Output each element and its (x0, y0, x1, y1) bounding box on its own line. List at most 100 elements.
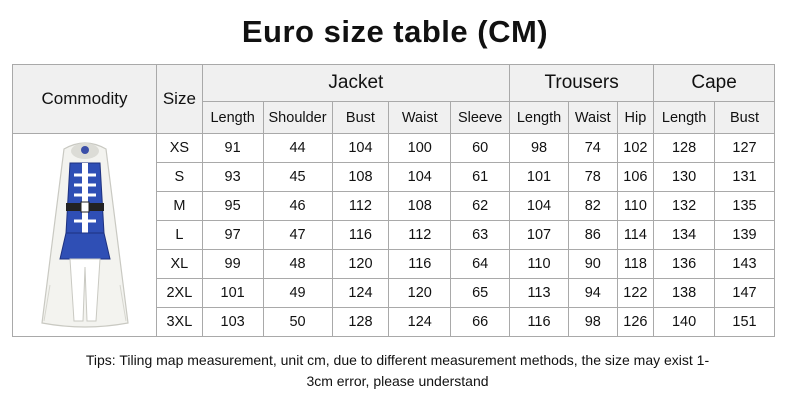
size-header: Size (156, 64, 203, 134)
jacket-value-cell: 47 (262, 220, 333, 250)
jacket-col-header: Length (201, 101, 264, 134)
trousers-value-cell: 110 (509, 249, 569, 279)
trousers-col-header: Hip (616, 101, 655, 134)
jacket-value-cell: 108 (388, 191, 452, 221)
jacket-value-cell: 104 (388, 162, 452, 192)
cape-group-header: Cape (653, 64, 775, 102)
cape-value-cell: 127 (714, 133, 775, 163)
trousers-value-cell: 126 (616, 307, 655, 337)
jacket-value-cell: 116 (388, 249, 452, 279)
jacket-value-cell: 45 (262, 162, 333, 192)
trousers-value-cell: 86 (567, 220, 618, 250)
cape-value-cell: 151 (714, 307, 775, 337)
trousers-value-cell: 113 (509, 278, 569, 308)
page-title: Euro size table (CM) (241, 14, 549, 49)
trousers-value-cell: 114 (616, 220, 655, 250)
cape-value-cell: 134 (653, 220, 716, 250)
cape-col-header: Bust (714, 101, 775, 134)
jacket-value-cell: 64 (450, 249, 511, 279)
size-cell: XS (156, 133, 203, 163)
size-table: Commodity Size Jacket Trousers Cape Leng… (11, 64, 775, 337)
jacket-value-cell: 112 (331, 191, 390, 221)
jacket-value-cell: 100 (388, 133, 452, 163)
tips-line-1: Tips: Tiling map measurement, unit cm, d… (85, 352, 710, 368)
cape-value-cell: 139 (714, 220, 775, 250)
cape-value-cell: 143 (714, 249, 775, 279)
trousers-value-cell: 98 (509, 133, 569, 163)
jacket-value-cell: 112 (388, 220, 452, 250)
size-cell: 3XL (156, 307, 203, 337)
size-cell: M (156, 191, 203, 221)
cape-value-cell: 138 (653, 278, 716, 308)
jacket-value-cell: 91 (201, 133, 264, 163)
cape-value-cell: 132 (653, 191, 716, 221)
jacket-col-header: Sleeve (450, 101, 511, 134)
jacket-group-header: Jacket (201, 64, 511, 102)
jacket-value-cell: 99 (201, 249, 264, 279)
jacket-value-cell: 49 (262, 278, 333, 308)
tips-line-2: 3cm error, please understand (306, 373, 489, 389)
jacket-value-cell: 120 (388, 278, 452, 308)
jacket-value-cell: 93 (201, 162, 264, 192)
jacket-value-cell: 104 (331, 133, 390, 163)
jacket-value-cell: 120 (331, 249, 390, 279)
jacket-value-cell: 48 (262, 249, 333, 279)
size-cell: S (156, 162, 203, 192)
jacket-value-cell: 60 (450, 133, 511, 163)
trousers-value-cell: 116 (509, 307, 569, 337)
jacket-value-cell: 50 (262, 307, 333, 337)
cape-value-cell: 128 (653, 133, 716, 163)
jacket-value-cell: 124 (388, 307, 452, 337)
trousers-value-cell: 98 (567, 307, 618, 337)
jacket-value-cell: 95 (201, 191, 264, 221)
table-row: XS 91 44 104 100 60 98 74 102 128 127 (11, 133, 775, 337)
jacket-col-header: Waist (388, 101, 452, 134)
trousers-col-header: Waist (567, 101, 618, 134)
jacket-value-cell: 103 (201, 307, 264, 337)
product-image (11, 133, 158, 337)
jacket-value-cell: 97 (201, 220, 264, 250)
tips-note: Tips: Tiling map measurement, unit cm, d… (20, 350, 775, 392)
trousers-value-cell: 101 (509, 162, 569, 192)
cape-value-cell: 131 (714, 162, 775, 192)
trousers-value-cell: 118 (616, 249, 655, 279)
size-cell: 2XL (156, 278, 203, 308)
trousers-value-cell: 107 (509, 220, 569, 250)
cape-value-cell: 147 (714, 278, 775, 308)
jacket-value-cell: 124 (331, 278, 390, 308)
jacket-value-cell: 63 (450, 220, 511, 250)
trousers-value-cell: 122 (616, 278, 655, 308)
jacket-value-cell: 61 (450, 162, 511, 192)
trousers-value-cell: 90 (567, 249, 618, 279)
trousers-col-header: Length (509, 101, 569, 134)
jacket-col-header: Shoulder (262, 101, 333, 134)
cape-value-cell: 140 (653, 307, 716, 337)
commodity-header: Commodity (11, 64, 158, 134)
jacket-value-cell: 128 (331, 307, 390, 337)
trousers-value-cell: 110 (616, 191, 655, 221)
jacket-value-cell: 62 (450, 191, 511, 221)
jacket-value-cell: 66 (450, 307, 511, 337)
jacket-value-cell: 44 (262, 133, 333, 163)
trousers-value-cell: 94 (567, 278, 618, 308)
cape-value-cell: 136 (653, 249, 716, 279)
trousers-value-cell: 106 (616, 162, 655, 192)
trousers-value-cell: 104 (509, 191, 569, 221)
jacket-value-cell: 116 (331, 220, 390, 250)
jacket-value-cell: 108 (331, 162, 390, 192)
costume-illustration (40, 142, 129, 328)
jacket-col-header: Bust (331, 101, 390, 134)
trousers-value-cell: 102 (616, 133, 655, 163)
size-cell: L (156, 220, 203, 250)
jacket-value-cell: 65 (450, 278, 511, 308)
trousers-value-cell: 82 (567, 191, 618, 221)
cape-col-header: Length (653, 101, 716, 134)
jacket-value-cell: 101 (201, 278, 264, 308)
trousers-group-header: Trousers (509, 64, 655, 102)
cape-value-cell: 135 (714, 191, 775, 221)
cape-value-cell: 130 (653, 162, 716, 192)
trousers-value-cell: 74 (567, 133, 618, 163)
trousers-value-cell: 78 (567, 162, 618, 192)
jacket-value-cell: 46 (262, 191, 333, 221)
size-cell: XL (156, 249, 203, 279)
